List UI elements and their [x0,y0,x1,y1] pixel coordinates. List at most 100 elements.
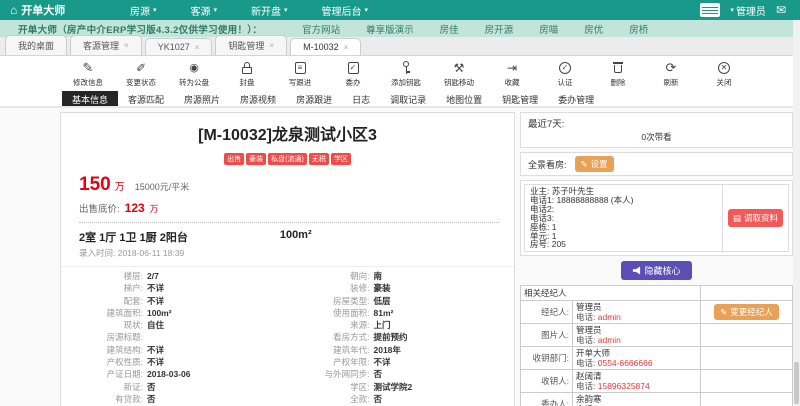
user-menu[interactable]: ▾ 管理员 [730,3,766,18]
detail-row: 装修:豪装 [288,282,515,294]
chevron-down-icon: ▾ [214,6,218,14]
owner-action-cell: ▤ 调取资料 [723,184,789,252]
eye-icon: ◉ [189,60,199,76]
toolbar-修改信息[interactable]: ✎修改信息 [70,60,106,88]
check-circle-icon: ✓ [559,60,571,76]
top-navigation-bar: ⌂ 开单大师 房源▾ 客源▾ 新开盘▾ 管理后台▾ ▾ 管理员 ✉ [0,0,800,20]
close-icon[interactable]: × [195,43,200,52]
pencil-icon: ✎ [83,60,94,76]
edit-icon: ✎ [581,159,588,170]
notice-link[interactable]: 房喵 [539,22,558,36]
close-icon[interactable]: × [344,43,349,52]
trash-icon [613,60,623,76]
total-price: 150 [79,174,111,196]
action-toolbar: ✎修改信息 ✐变更状态 ◉转为公盘封盘 ≡写跟进 ✓委办添加钥匙 ⚒钥匙移动 ⇥收藏 ✓认证删… [0,56,800,91]
detail-row: 建筑结构:不详 [61,344,288,356]
toolbar-委办[interactable]: ✓委办 [335,60,371,88]
listing-tag: 学区 [331,153,351,165]
tab-YK1027[interactable]: YK1027× [145,38,213,55]
subtab-房源跟进[interactable]: 房源跟进 [286,91,342,106]
toolbar-钥匙移动[interactable]: ⚒钥匙移动 [441,60,477,88]
subtab-地图位置[interactable]: 地图位置 [436,91,492,106]
owner-row: 电话2: [530,205,717,214]
top-menu-客源[interactable]: 客源▾ [191,3,218,18]
panorama-setup-button[interactable]: ✎ 设置 [575,156,614,172]
panorama-label: 全景看房: [528,158,567,171]
tab-客源管理[interactable]: 客源管理× [70,35,142,55]
top-menu-房源[interactable]: 房源▾ [130,3,157,18]
total-price-unit: 万 [115,178,125,193]
notice-link[interactable]: 房开源 [485,22,514,36]
top-menu-list: 房源▾ 客源▾ 新开盘▾ 管理后台▾ [130,3,368,18]
listing-tag-row: 出售豪装私盘(流通)无税学区 [61,148,514,166]
chevron-down-icon: ▾ [153,6,157,14]
notice-link[interactable]: 官方网站 [302,22,340,36]
toolbar-刷新[interactable]: ⟳刷新 [653,60,689,88]
app-logo[interactable]: ⌂ 开单大师 [0,2,130,18]
owner-row: 电话1: 18888888888 (本人) [530,196,717,205]
archive-icon: ⇥ [507,60,517,76]
toolbar-添加钥匙[interactable]: 添加钥匙 [388,60,424,88]
subtab-委办管理[interactable]: 委办管理 [548,91,604,106]
lock-icon [242,60,252,76]
toolbar-转为公盘[interactable]: ◉转为公盘 [176,60,212,88]
subtab-钥匙管理[interactable]: 钥匙管理 [492,91,548,106]
notice-link[interactable]: 房桥 [629,22,648,36]
toolbar-认证[interactable]: ✓认证 [547,60,583,88]
toolbar-收藏[interactable]: ⇥收藏 [494,60,530,88]
notice-link[interactable]: 房佳 [440,22,459,36]
owner-box: 业主: 苏子叶先生电话1: 18888888888 (本人)电话2: 电话3: … [520,180,793,256]
detail-row: 学区:测试学院2 [288,381,515,393]
detail-row: 产证日期:2018-03-06 [61,368,288,380]
subtab-房源照片[interactable]: 房源照片 [174,91,230,106]
key-icon [401,60,411,76]
owner-row: 电话3: [530,214,717,223]
floor-price-unit: 万 [150,202,159,215]
detail-row: 建筑年代:2018年 [288,344,515,356]
subtab-调取记录[interactable]: 调取记录 [380,91,436,106]
change-agent-button[interactable]: ✎变更经纪人 [714,304,779,320]
detail-row: 楼层:2/7 [61,270,288,282]
detail-row: 梯户:不详 [61,282,288,294]
detail-row: 全款:否 [288,393,515,405]
divider [79,222,499,223]
tools-icon: ⚒ [454,60,465,76]
notice-link[interactable]: 房优 [584,22,603,36]
subtab-客源匹配[interactable]: 客源匹配 [118,91,174,106]
edit-icon: ✐ [136,60,146,76]
close-icon[interactable]: × [269,41,274,50]
detail-row: 产权性质:不详 [61,356,288,368]
detail-row: 与外网同步:否 [288,368,515,380]
owner-info: 业主: 苏子叶先生电话1: 18888888888 (本人)电话2: 电话3: … [524,184,723,252]
retrieve-owner-info-button[interactable]: ▤ 调取资料 [728,209,783,227]
toolbar-关闭[interactable]: ✕关闭 [706,60,742,88]
detail-sub-tabs: 基本信息客源匹配房源照片房源视频房源跟进日志调取记录地图位置钥匙管理委办管理 [0,91,800,108]
right-sidebar: 最近7天: 0次带看 全景看房: ✎ 设置 业主: 苏子叶先生电话1: 1888… [520,112,793,406]
panorama-box: 全景看房: ✎ 设置 [520,152,793,176]
subtab-日志[interactable]: 日志 [342,91,380,106]
vertical-scrollbar[interactable] [793,20,800,406]
tab-钥匙管理[interactable]: 钥匙管理× [215,35,287,55]
toolbar-变更状态[interactable]: ✐变更状态 [123,60,159,88]
chevron-down-icon: ▾ [365,6,369,14]
top-menu-新开盘[interactable]: 新开盘▾ [251,3,288,18]
megaphone-icon [632,266,641,275]
hide-core-button[interactable]: 隐藏核心 [621,261,691,280]
close-icon[interactable]: × [124,41,129,50]
tab-我的桌面[interactable]: 我的桌面 [5,35,67,55]
toolbar-写跟进[interactable]: ≡写跟进 [282,60,318,88]
top-menu-管理后台[interactable]: 管理后台▾ [322,3,369,18]
recent-views-label: 最近7天: [528,116,785,130]
mail-icon[interactable]: ✉ [776,3,786,17]
subtab-基本信息[interactable]: 基本信息 [62,91,118,106]
doc-check-icon: ✓ [348,60,359,76]
toolbar-删除[interactable]: 删除 [600,60,636,88]
notice-link[interactable]: 尊享版演示 [366,22,414,36]
toolbar-封盘[interactable]: 封盘 [229,60,265,88]
agent-row: 经纪人:管理员电话: admin✎变更经纪人 [521,301,793,324]
subtab-房源视频[interactable]: 房源视频 [230,91,286,106]
detail-column-right: 朝向:南装修:豪装房屋类型:低层使用面积:81m²来源:上门看房方式:提前预约建… [288,270,515,406]
scrollbar-thumb[interactable] [794,362,799,404]
tab-M-10032[interactable]: M-10032× [290,38,361,55]
edit-icon: ✎ [720,307,727,318]
